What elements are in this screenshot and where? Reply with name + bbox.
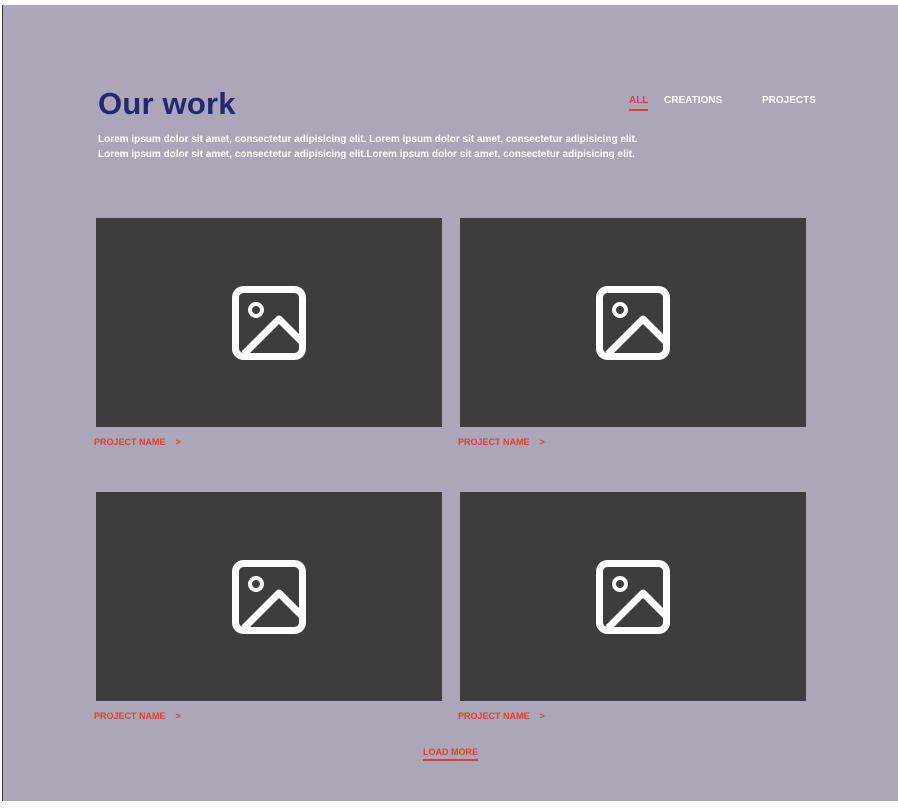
project-name: PROJECT NAME [94,711,166,721]
project-thumbnail[interactable] [460,492,806,701]
chevron-right-icon: > [175,711,181,721]
project-link[interactable]: PROJECT NAME > [458,711,545,721]
project-thumbnail[interactable] [96,492,442,701]
filter-tab-all[interactable]: ALL [629,95,649,111]
project-name: PROJECT NAME [458,437,530,447]
work-section: Our work Lorem ipsum dolor sit amet, con… [2,5,898,801]
filter-tab-creations[interactable]: CREATIONS [664,95,722,106]
project-card: PROJECT NAME > [458,492,806,721]
project-name: PROJECT NAME [458,711,530,721]
chevron-right-icon: > [539,711,545,721]
project-link[interactable]: PROJECT NAME > [458,437,545,447]
project-thumbnail[interactable] [96,218,442,427]
intro-line: Lorem ipsum dolor sit amet, consectetur … [98,134,638,145]
chevron-right-icon: > [175,437,181,447]
project-name: PROJECT NAME [94,437,166,447]
project-card: PROJECT NAME > [94,218,442,447]
chevron-right-icon: > [539,437,545,447]
image-placeholder-icon [596,285,670,360]
project-card: PROJECT NAME > [94,492,442,721]
load-more-button[interactable]: LOAD MORE [423,747,478,761]
project-link[interactable]: PROJECT NAME > [94,711,181,721]
image-placeholder-icon [596,559,670,634]
intro-text: Lorem ipsum dolor sit amet, consectetur … [98,132,738,162]
page-title: Our work [98,86,236,121]
project-link[interactable]: PROJECT NAME > [94,437,181,447]
project-thumbnail[interactable] [460,218,806,427]
filter-tab-projects[interactable]: PROJECTS [762,95,816,106]
image-placeholder-icon [232,559,306,634]
project-card: PROJECT NAME > [458,218,806,447]
intro-line: Lorem ipsum dolor sit amet, consectetur … [98,149,635,160]
image-placeholder-icon [232,285,306,360]
